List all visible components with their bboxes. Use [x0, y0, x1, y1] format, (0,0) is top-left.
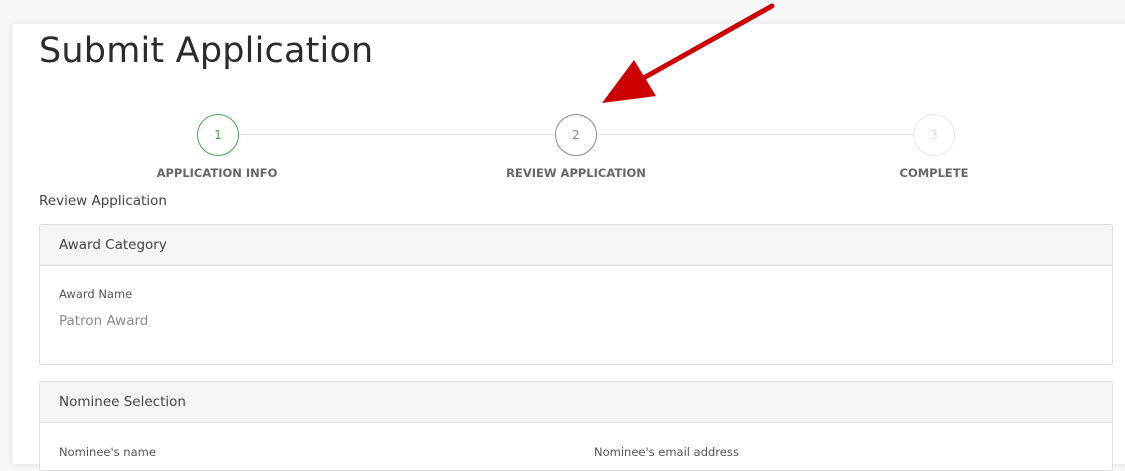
step-1-circle[interactable]: 1 — [197, 114, 239, 156]
page-title: Submit Application — [39, 31, 374, 71]
award-name-label: Award Name — [59, 287, 133, 301]
step-3-circle: 3 — [913, 114, 955, 156]
stepper-connector — [597, 134, 914, 135]
step-3-number: 3 — [930, 128, 938, 142]
step-2-circle[interactable]: 2 — [555, 114, 597, 156]
step-2-number: 2 — [572, 128, 580, 142]
nominee-selection-title: Nominee Selection — [59, 394, 186, 410]
step-1-number: 1 — [214, 128, 222, 142]
nominee-name-label: Nominee's name — [59, 445, 156, 459]
award-category-panel: Award Category Award Name Patron Award — [39, 224, 1113, 365]
step-3-label: COMPLETE — [899, 166, 969, 180]
award-name-value: Patron Award — [59, 313, 149, 329]
award-category-title: Award Category — [59, 237, 167, 253]
step-2-label: REVIEW APPLICATION — [506, 166, 646, 180]
nominee-selection-header: Nominee Selection — [40, 382, 1112, 423]
nominee-email-label: Nominee's email address — [594, 445, 739, 459]
step-1-label: APPLICATION INFO — [156, 166, 278, 180]
stepper-connector — [239, 134, 554, 135]
review-heading: Review Application — [39, 193, 167, 209]
award-category-header: Award Category — [40, 225, 1112, 266]
